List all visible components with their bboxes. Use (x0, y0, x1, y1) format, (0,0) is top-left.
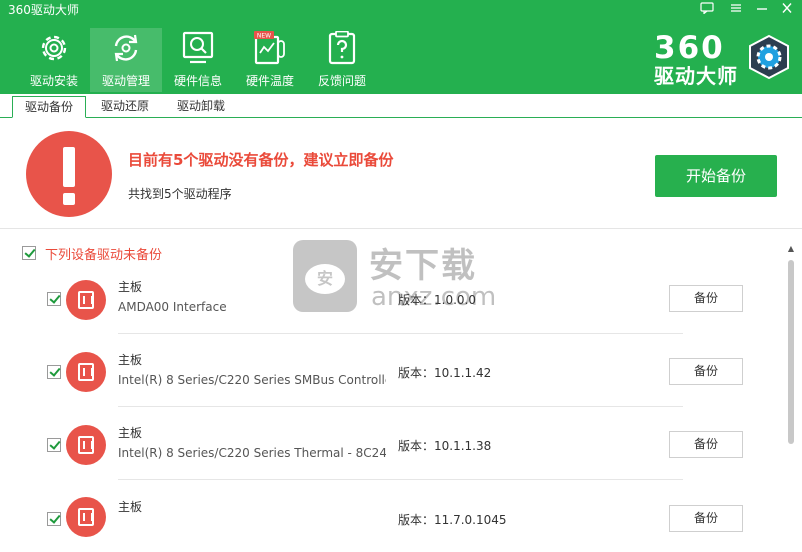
nav-label: 硬件信息 (173, 74, 222, 88)
motherboard-icon (66, 497, 106, 537)
tab-driver-uninstall[interactable]: 驱动卸载 (164, 96, 238, 118)
nav-label: 反馈问题 (317, 74, 366, 88)
brand-name: 驱动大师 (654, 64, 738, 88)
minimize-icon[interactable] (751, 2, 773, 20)
device-name: Intel(R) 8 Series/C220 Series SMBus Cont… (118, 373, 386, 387)
app-window: 360驱动大师 驱动安装 驱动管理 硬件信息 NEW 硬件温度 反馈问题 360… (0, 0, 802, 552)
tab-driver-backup[interactable]: 驱动备份 (12, 96, 86, 118)
banner-title: 目前有5个驱动没有备份，建议立即备份 (128, 151, 394, 169)
nav-driver-manage[interactable]: 驱动管理 (90, 28, 162, 92)
list-item: 主板 AMDA00 Interface 版本：1.0.0.0 备份 (0, 280, 790, 355)
nav-label: 驱动管理 (101, 74, 150, 88)
device-name: Intel(R) 8 Series/C220 Series Thermal - … (118, 446, 386, 460)
device-version: 版本：10.1.1.38 (398, 439, 492, 453)
menu-icon[interactable] (725, 2, 747, 20)
tab-driver-restore[interactable]: 驱动还原 (88, 96, 162, 118)
driver-list: 下列设备驱动未备份 主板 AMDA00 Interface 版本：1.0.0.0… (0, 230, 802, 552)
backup-banner: 目前有5个驱动没有备份，建议立即备份 共找到5个驱动程序 开始备份 (0, 119, 802, 229)
nav-label: 驱动安装 (29, 74, 78, 88)
device-type: 主板 (118, 500, 143, 514)
row-checkbox[interactable] (47, 438, 61, 452)
sub-tabs: 驱动备份 驱动还原 驱动卸载 (0, 94, 802, 118)
backup-button[interactable]: 备份 (669, 505, 743, 532)
list-item: 主板 版本：11.7.0.1045 备份 (0, 497, 790, 552)
row-divider (118, 406, 683, 407)
nav-feedback[interactable]: 反馈问题 (306, 28, 378, 92)
monitor-search-icon (182, 31, 214, 64)
row-divider (118, 333, 683, 334)
device-type: 主板 (118, 353, 143, 367)
motherboard-icon (66, 352, 106, 392)
scrollbar[interactable]: ▲ (786, 244, 796, 544)
feedback-icon[interactable] (696, 2, 718, 20)
list-item: 主板 Intel(R) 8 Series/C220 Series Thermal… (0, 425, 790, 501)
section-label: 下列设备驱动未备份 (45, 247, 163, 263)
main-nav: 驱动安装 驱动管理 硬件信息 NEW 硬件温度 反馈问题 (18, 28, 378, 92)
device-version: 版本：11.7.0.1045 (398, 513, 507, 527)
driver-master-logo-icon (749, 34, 789, 80)
device-version: 版本：10.1.1.42 (398, 366, 492, 380)
row-checkbox[interactable] (47, 512, 61, 526)
backup-button[interactable]: 备份 (669, 431, 743, 458)
device-type: 主板 (118, 280, 143, 294)
clipboard-question-icon (328, 31, 356, 65)
gear-icon (41, 35, 67, 61)
motherboard-icon (66, 280, 106, 320)
brand-logo: 360 驱动大师 (646, 30, 796, 88)
section-checkbox[interactable] (22, 246, 36, 260)
new-badge: NEW (257, 33, 271, 40)
nav-label: 硬件温度 (245, 74, 294, 88)
row-checkbox[interactable] (47, 365, 61, 379)
scroll-thumb[interactable] (788, 260, 794, 444)
backup-button[interactable]: 备份 (669, 358, 743, 385)
nav-driver-install[interactable]: 驱动安装 (18, 28, 90, 92)
start-backup-button[interactable]: 开始备份 (655, 155, 777, 197)
header-bar: 360驱动大师 驱动安装 驱动管理 硬件信息 NEW 硬件温度 反馈问题 360… (0, 0, 802, 94)
nav-hardware-temp[interactable]: NEW 硬件温度 (234, 28, 306, 92)
close-icon[interactable] (776, 2, 798, 20)
motherboard-icon (66, 425, 106, 465)
backup-button[interactable]: 备份 (669, 285, 743, 312)
device-type: 主板 (118, 426, 143, 440)
row-divider (118, 479, 683, 480)
warning-icon (26, 131, 112, 217)
section-header: 下列设备驱动未备份 (22, 244, 163, 263)
nav-hardware-info[interactable]: 硬件信息 (162, 28, 234, 92)
window-title: 360驱动大师 (8, 3, 79, 17)
device-name: AMDA00 Interface (118, 300, 227, 314)
banner-subtitle: 共找到5个驱动程序 (128, 187, 232, 201)
refresh-icon (114, 34, 138, 62)
device-version: 版本：1.0.0.0 (398, 293, 476, 307)
row-checkbox[interactable] (47, 292, 61, 306)
list-item: 主板 Intel(R) 8 Series/C220 Series SMBus C… (0, 352, 790, 428)
thermometer-icon: NEW (254, 31, 285, 65)
scroll-up-icon[interactable]: ▲ (786, 244, 796, 254)
